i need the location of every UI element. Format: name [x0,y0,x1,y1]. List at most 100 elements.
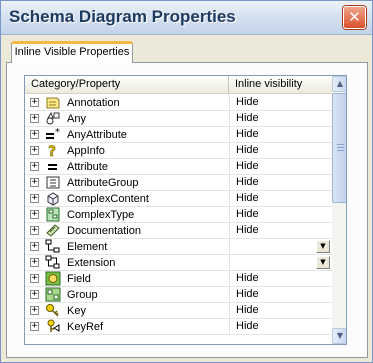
visibility-text: Hide [236,176,259,188]
visibility-value[interactable]: Hide [229,223,332,239]
property-row-group[interactable]: + Group Hide [25,287,332,303]
property-name: Documentation [67,225,141,237]
expand-toggle[interactable]: + [30,322,39,331]
svg-text:*: * [55,127,60,138]
property-name: Key [67,305,86,317]
expand-toggle[interactable]: + [30,210,39,219]
expand-toggle[interactable]: + [30,146,39,155]
documentation-icon [45,223,61,238]
expand-toggle[interactable]: + [30,130,39,139]
visibility-value[interactable]: Hide [229,303,332,319]
visibility-value[interactable]: Hide [229,159,332,175]
property-name: AppInfo [67,145,105,157]
visibility-value[interactable]: Hide [229,207,332,223]
expand-toggle[interactable]: + [30,290,39,299]
thumb-grip [337,150,344,151]
property-name: Element [67,241,108,253]
visibility-value[interactable]: Hide [229,271,332,287]
visibility-text: Hide [236,320,259,332]
property-row-keyref[interactable]: + KeyRef Hide [25,319,332,335]
grid-header: Category/Property Inline visibility [25,76,346,94]
column-header-inline-visibility[interactable]: Inline visibility [229,76,332,94]
visibility-text: Hide [236,272,259,284]
property-row-attribute[interactable]: + Attribute Hide [25,159,332,175]
expand-toggle[interactable]: + [30,114,39,123]
extension-icon [45,255,61,270]
property-row-documentation[interactable]: + Documentation Hide [25,223,332,239]
any-attribute-icon: * [45,127,61,142]
visibility-value[interactable]: Hide [229,111,332,127]
vertical-scrollbar[interactable]: ▲ ▼ [332,76,346,344]
visibility-value[interactable]: Hide [229,175,332,191]
visibility-value[interactable]: Hide [229,287,332,303]
visibility-combo[interactable]: ▼ [229,255,332,271]
visibility-text: Hide [236,128,259,140]
visibility-text: Hide [236,304,259,316]
property-name: Extension [67,257,116,269]
property-row-element[interactable]: + Element ▼ [25,239,332,255]
expand-toggle[interactable]: + [30,194,39,203]
expand-toggle[interactable]: + [30,178,39,187]
thumb-grip [337,147,344,148]
property-row-complextype[interactable]: + ComplexType Hide [25,207,332,223]
property-name: ComplexContent [67,193,149,205]
expand-toggle[interactable]: + [30,242,39,251]
title-bar[interactable]: Schema Diagram Properties ✕ [1,1,372,35]
annotation-icon [45,95,61,110]
keyref-icon [45,319,61,334]
visibility-combo[interactable]: ▼ [229,239,332,255]
property-row-extension[interactable]: + Extension ▼ [25,255,332,271]
visibility-text: Hide [236,208,259,220]
visibility-text: Hide [236,96,259,108]
property-name: AnyAttribute [67,129,127,141]
visibility-value[interactable]: Hide [229,191,332,207]
expand-toggle[interactable]: + [30,226,39,235]
attribute-icon [45,159,61,174]
property-grid: Category/Property Inline visibility + Ann… [24,75,347,345]
expand-toggle[interactable]: + [30,258,39,267]
expand-toggle[interactable]: + [30,306,39,315]
property-name: ComplexType [67,209,135,221]
element-icon [45,239,61,254]
scroll-thumb[interactable] [332,93,346,203]
property-row-annotation[interactable]: + Annotation Hide [25,95,332,111]
visibility-text: Hide [236,224,259,236]
visibility-text: Hide [236,112,259,124]
dropdown-arrow-button[interactable]: ▼ [316,256,330,269]
visibility-value[interactable]: Hide [229,95,332,111]
property-row-attributegroup[interactable]: + AttributeGroup Hide [25,175,332,191]
group-icon [45,287,61,302]
expand-toggle[interactable]: + [30,162,39,171]
property-row-complexcontent[interactable]: + ComplexContent Hide [25,191,332,207]
visibility-text: Hide [236,288,259,300]
key-icon [45,303,61,318]
complex-type-icon [45,207,61,222]
dialog-title: Schema Diagram Properties [9,7,236,26]
column-header-category-property[interactable]: Category/Property [25,76,229,94]
property-name: Annotation [67,97,120,109]
dropdown-arrow-button[interactable]: ▼ [316,240,330,253]
appinfo-icon: ? [45,143,61,158]
property-row-appinfo[interactable]: +? AppInfo Hide [25,143,332,159]
property-row-field[interactable]: + Field Hide [25,271,332,287]
complex-content-icon [45,191,61,206]
visibility-text: Hide [236,160,259,172]
property-row-anyattribute[interactable]: + * AnyAttribute Hide [25,127,332,143]
expand-toggle[interactable]: + [30,98,39,107]
any-icon [45,111,61,126]
visibility-value[interactable]: Hide [229,319,332,335]
scroll-down-button[interactable]: ▼ [332,328,346,344]
property-row-key[interactable]: + Key Hide [25,303,332,319]
property-name: AttributeGroup [67,177,139,189]
visibility-value[interactable]: Hide [229,127,332,143]
close-button[interactable]: ✕ [343,6,366,29]
visibility-value[interactable]: Hide [229,143,332,159]
property-name: KeyRef [67,321,104,333]
svg-text:?: ? [48,144,56,158]
property-name: Field [67,273,91,285]
tab-inline-visible-properties[interactable]: Inline Visible Properties [11,41,133,63]
property-row-any[interactable]: + Any Hide [25,111,332,127]
property-name: Any [67,113,86,125]
expand-toggle[interactable]: + [30,274,39,283]
scroll-up-button[interactable]: ▲ [332,76,346,92]
